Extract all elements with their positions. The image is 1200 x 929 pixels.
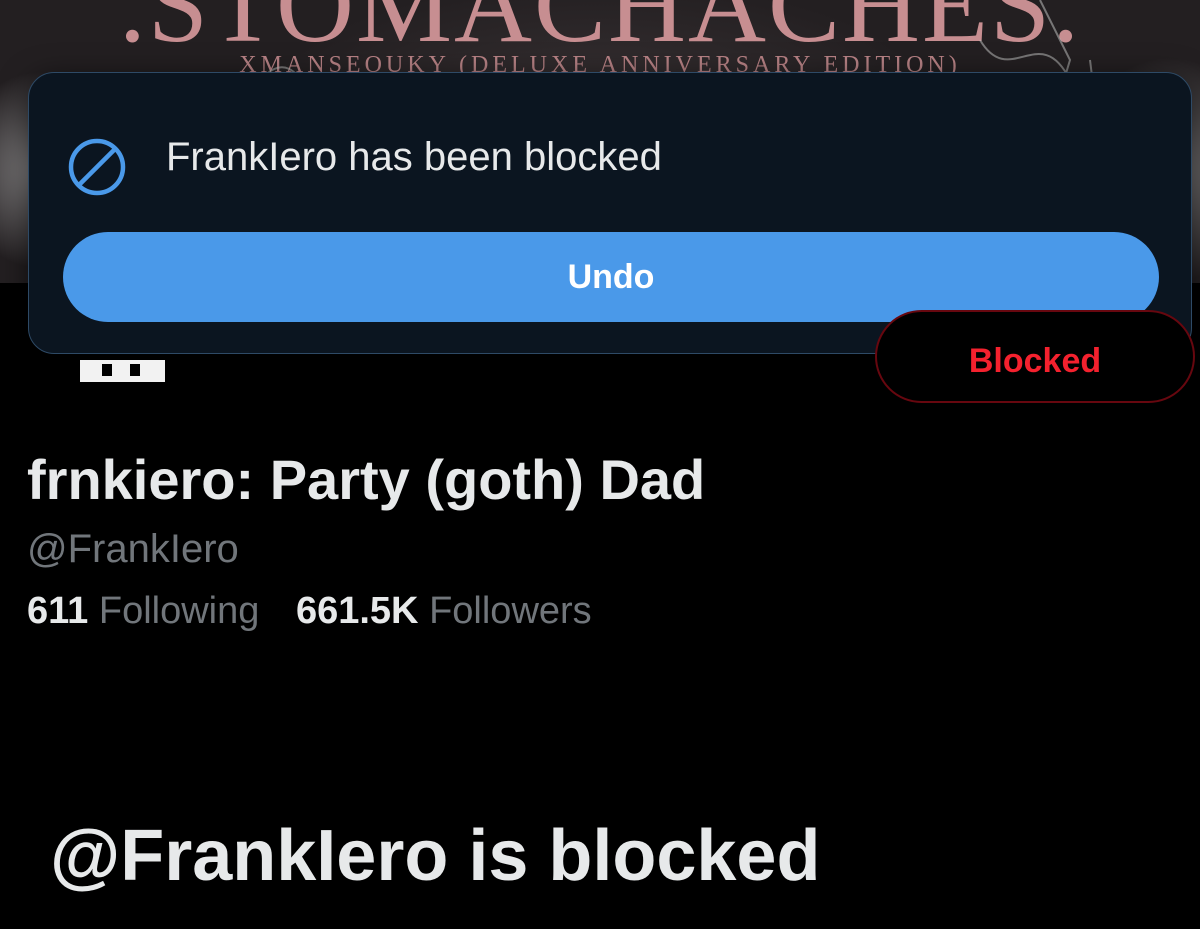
following-count: 611 (27, 590, 89, 632)
followers-stat[interactable]: 661.5K Followers (296, 590, 592, 633)
block-icon (67, 137, 127, 197)
profile-display-name: frnkiero: Party (goth) Dad (27, 448, 706, 511)
profile-stats: 611 Following 661.5K Followers (27, 590, 618, 633)
profile-handle: @FrankIero (27, 527, 239, 571)
blocked-button[interactable]: Blocked (875, 310, 1195, 403)
following-label: Following (98, 590, 260, 632)
blocked-notice-heading: @FrankIero is blocked (50, 816, 821, 896)
blocked-button-label: Blocked (968, 342, 1102, 380)
toast-message: FrankIero has been blocked (166, 135, 662, 179)
undo-button[interactable]: Undo (63, 232, 1159, 322)
avatar[interactable] (60, 300, 180, 400)
following-stat[interactable]: 611 Following (27, 590, 259, 633)
followers-label: Followers (429, 590, 592, 632)
followers-count: 661.5K (295, 590, 419, 632)
